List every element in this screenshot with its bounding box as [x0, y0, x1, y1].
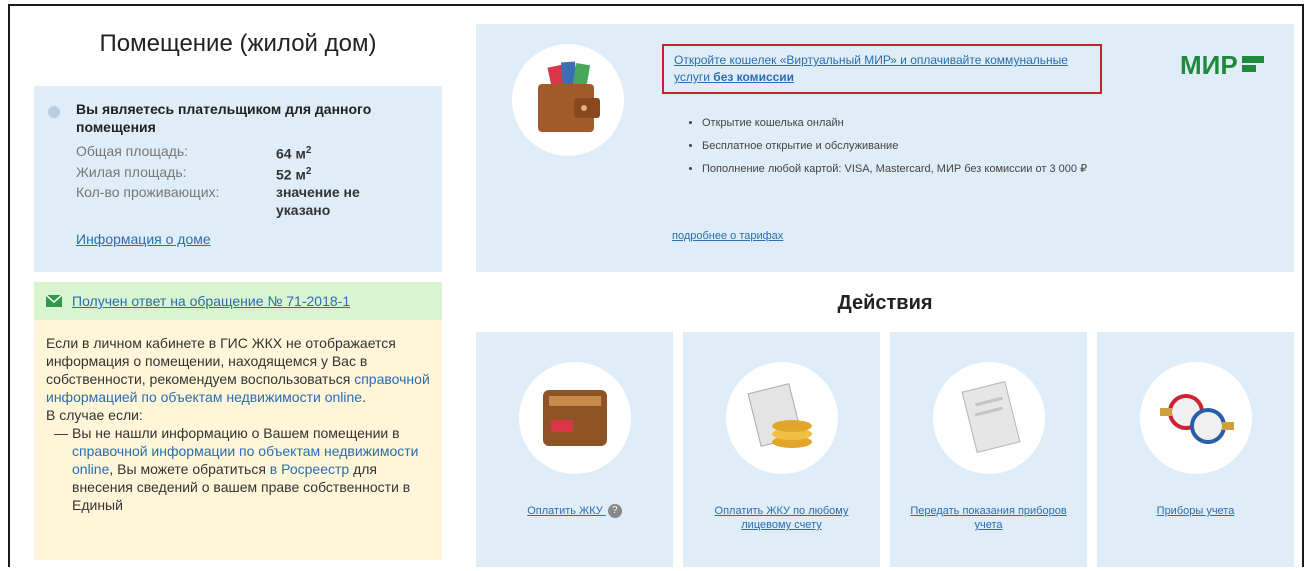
room-sidebar: Помещение (жилой дом) Вы являетесь плате… [34, 14, 442, 567]
receipt-coins-icon [725, 362, 838, 474]
action-card-pay-utilities[interactable]: Оплатить ЖКУ ? [476, 332, 673, 567]
benefit-item: Открытие кошелька онлайн [702, 116, 1118, 130]
svg-text:МИР: МИР [1180, 50, 1238, 80]
tariffs-link[interactable]: подробнее о тарифах [672, 230, 783, 242]
living-area-label: Жилая площадь: [76, 163, 187, 180]
promo-headline-box: Откройте кошелек «Виртуальный МИР» и опл… [662, 44, 1102, 94]
room-properties: Общая площадь: 64 м2 Жилая площадь: 52 м… [76, 142, 430, 219]
house-info-link[interactable]: Информация о доме [76, 231, 430, 247]
mir-wallet-link[interactable]: Откройте кошелек «Виртуальный МИР» и опл… [674, 53, 1068, 84]
action-card-submit-readings[interactable]: Передать показания приборов учета [890, 332, 1087, 567]
info-dot-icon [48, 106, 60, 118]
appeal-answer-link[interactable]: Получен ответ на обращение № 71-2018-1 [72, 293, 350, 309]
case-item: — Вы не нашли информацию о Вашем помещен… [46, 424, 430, 514]
mir-promo-banner: Откройте кошелек «Виртуальный МИР» и опл… [476, 24, 1294, 272]
dash-marker: — [54, 425, 68, 441]
living-area-row: Жилая площадь: 52 м2 [76, 163, 430, 184]
actions-heading: Действия [837, 292, 933, 314]
action-label[interactable]: Приборы учета [1107, 504, 1284, 518]
water-meter-icon [1139, 362, 1252, 474]
promo-benefits-list: Открытие кошелька онлайн Бесплатное откр… [688, 116, 1118, 185]
help-paragraph: Если в личном кабинете в ГИС ЖКХ не отоб… [46, 335, 430, 405]
page-frame: Помещение (жилой дом) Вы являетесь плате… [8, 4, 1304, 567]
residents-label: Кол-во проживающих: [76, 184, 220, 201]
total-area-value: 64 м2 [276, 145, 312, 162]
envelope-icon [46, 295, 62, 307]
payer-status: Вы являетесь плательщиком для данного по… [76, 101, 372, 135]
room-title: Помещение (жилой дом) [99, 30, 377, 57]
living-area-value: 52 м2 [276, 165, 312, 183]
appeal-notice: Получен ответ на обращение № 71-2018-1 [34, 282, 442, 320]
actions-grid: Оплатить ЖКУ ? Оплатить ЖКУ по любому ли… [476, 332, 1294, 567]
wallet-cards-icon [512, 44, 624, 156]
action-label[interactable]: Передать показания приборов учета [900, 504, 1077, 532]
residents-row: Кол-во проживающих: значение не указано [76, 183, 430, 219]
total-area-row: Общая площадь: 64 м2 [76, 142, 430, 163]
rosreestr-link[interactable]: в Росреестр [270, 461, 349, 477]
action-label[interactable]: Оплатить ЖКУ ? [486, 504, 663, 519]
total-area-label: Общая площадь: [76, 143, 189, 159]
wallet-icon [518, 362, 631, 474]
document-icon [932, 362, 1045, 474]
help-text-block: Если в личном кабинете в ГИС ЖКХ не отоб… [34, 320, 442, 560]
case-intro: В случае если: [46, 407, 143, 423]
action-card-pay-any-account[interactable]: Оплатить ЖКУ по любому лицевому счету [683, 332, 880, 567]
benefit-item: Бесплатное открытие и обслуживание [702, 139, 1118, 153]
action-card-meters[interactable]: Приборы учета [1097, 332, 1294, 567]
mir-logo: МИР [1180, 50, 1264, 80]
action-label[interactable]: Оплатить ЖКУ по любому лицевому счету [693, 504, 870, 532]
room-info-card: Вы являетесь плательщиком для данного по… [34, 86, 442, 272]
residents-value: значение не указано [276, 184, 360, 219]
benefit-item: Пополнение любой картой: VISA, Mastercar… [702, 162, 1118, 176]
help-icon[interactable]: ? [607, 504, 622, 519]
